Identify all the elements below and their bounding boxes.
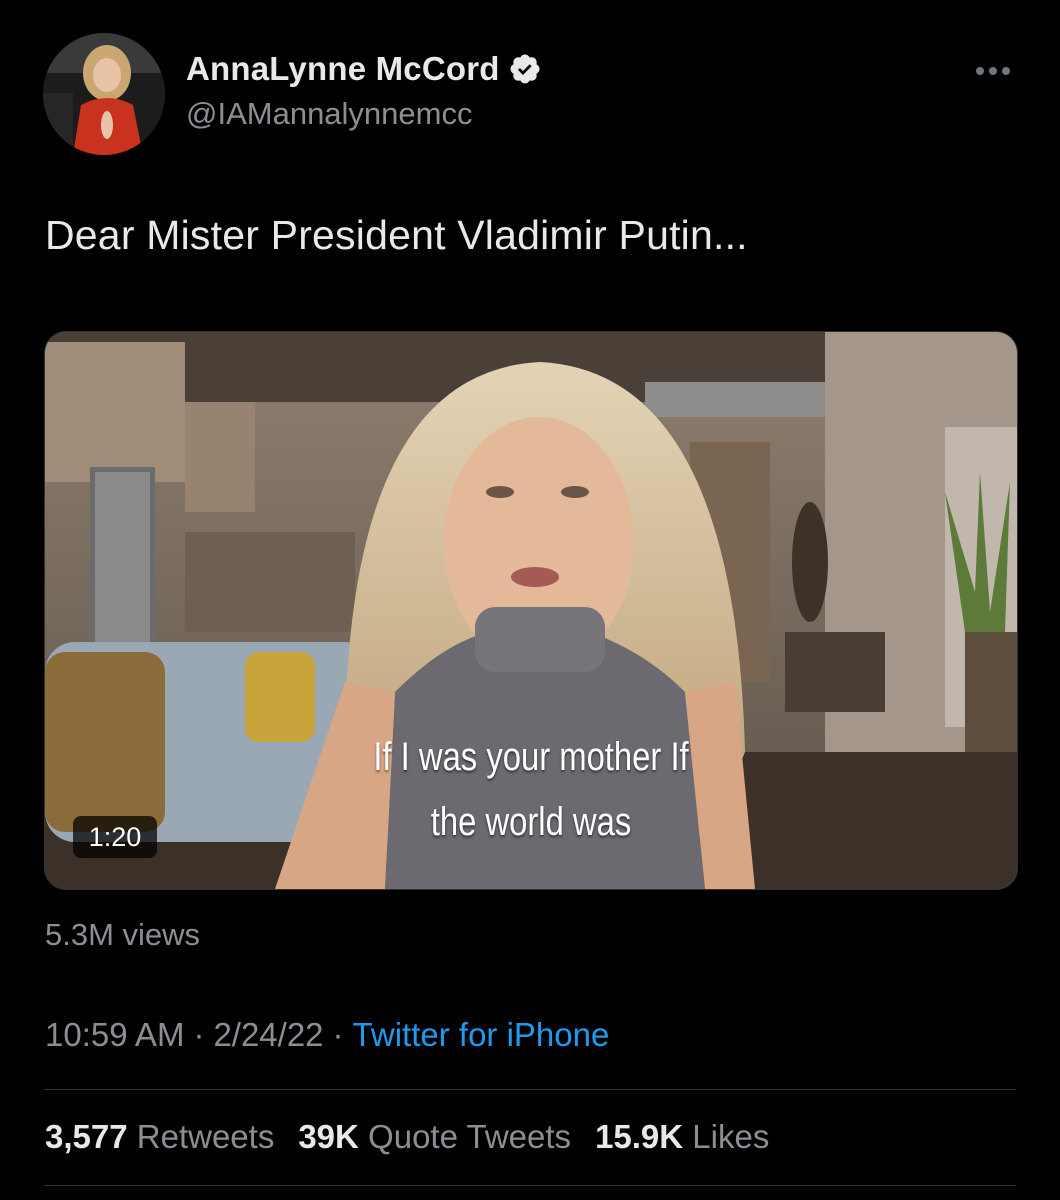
likes-count: 15.9K bbox=[595, 1118, 684, 1155]
tweet-text: Dear Mister President Vladimir Putin... bbox=[45, 212, 748, 258]
likes-stat[interactable]: 15.9K Likes bbox=[595, 1118, 769, 1156]
more-options-icon[interactable] bbox=[968, 54, 1018, 88]
retweets-label: Retweets bbox=[136, 1118, 275, 1155]
quote-tweets-label: Quote Tweets bbox=[368, 1118, 572, 1155]
engagement-stats: 3,577 Retweets 39K Quote Tweets 15.9K Li… bbox=[45, 1118, 769, 1156]
quote-tweets-count: 39K bbox=[298, 1118, 359, 1155]
divider bbox=[44, 1185, 1016, 1186]
tweet-date[interactable]: 2/24/22 bbox=[213, 1016, 323, 1053]
view-count: 5.3M views bbox=[45, 917, 201, 952]
meta-separator: · bbox=[193, 1016, 205, 1053]
tweet-time[interactable]: 10:59 AM bbox=[45, 1016, 184, 1053]
avatar[interactable] bbox=[43, 33, 165, 155]
divider bbox=[44, 1089, 1016, 1090]
avatar-image bbox=[43, 33, 165, 155]
likes-label: Likes bbox=[692, 1118, 770, 1155]
meta-separator: · bbox=[332, 1016, 344, 1053]
author-name-row[interactable]: AnnaLynne McCord bbox=[186, 50, 542, 88]
tweet-meta: 10:59 AM · 2/24/22 · Twitter for iPhone bbox=[45, 1016, 609, 1054]
retweets-stat[interactable]: 3,577 Retweets bbox=[45, 1118, 274, 1156]
retweets-count: 3,577 bbox=[45, 1118, 128, 1155]
video-duration-badge: 1:20 bbox=[73, 816, 157, 858]
video-caption-line-2: the world was bbox=[430, 800, 632, 844]
quote-tweets-stat[interactable]: 39K Quote Tweets bbox=[298, 1118, 571, 1156]
verified-badge-icon bbox=[508, 52, 542, 86]
video-caption-line-1: If I was your mother If bbox=[373, 735, 689, 779]
author-display-name[interactable]: AnnaLynne McCord bbox=[186, 50, 500, 88]
video-player[interactable]: If I was your mother If the world was 1:… bbox=[44, 331, 1018, 890]
tweet-source-link[interactable]: Twitter for iPhone bbox=[353, 1016, 610, 1053]
author-handle[interactable]: @IAMannalynnemcc bbox=[186, 96, 472, 132]
tweet-detail: AnnaLynne McCord @IAMannalynnemcc Dear M… bbox=[0, 0, 1060, 1200]
